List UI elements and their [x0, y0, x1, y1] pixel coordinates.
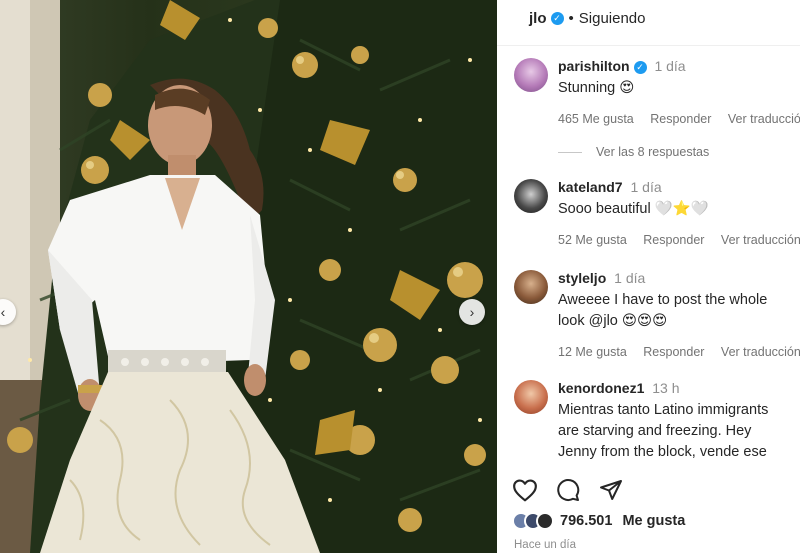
comments-list[interactable]: parishilton ✓ 1 día Stunning 😍 465 Me gus…	[497, 45, 800, 463]
reply-button[interactable]: Responder	[643, 345, 704, 359]
reply-button[interactable]: Responder	[650, 112, 711, 126]
comment-text: Aweeee I have to post the whole look @jl…	[558, 292, 768, 329]
comment-time: 1 día	[630, 179, 662, 195]
comment-text: Stunning 😍	[558, 80, 635, 96]
comment-meta: 52 Me gusta Responder Ver traducción	[558, 233, 800, 247]
comment-likes[interactable]: 465 Me gusta	[558, 112, 634, 126]
avatar	[536, 512, 554, 530]
likes-summary[interactable]: 796.501 Me gusta	[512, 512, 685, 530]
chevron-left-icon: ‹	[0, 304, 6, 320]
post-header: jlo ✓ • Siguiendo	[497, 0, 800, 36]
post-side-panel: jlo ✓ • Siguiendo parishilton ✓ 1 día Stu…	[497, 0, 800, 553]
post-actions	[512, 470, 792, 510]
translate-button[interactable]: Ver traducción	[721, 233, 800, 247]
christmas-tree-photo	[0, 0, 497, 553]
translate-button[interactable]: Ver traducción	[728, 112, 800, 126]
reply-button[interactable]: Responder	[643, 233, 704, 247]
post-author-username[interactable]: jlo	[529, 10, 547, 27]
chevron-right-icon: ›	[469, 304, 475, 320]
comment-text: Mientras tanto Latino immigrants are sta…	[558, 402, 769, 460]
view-replies[interactable]: Ver las 8 respuestas	[558, 145, 800, 159]
avatar[interactable]	[514, 58, 548, 92]
verified-icon: ✓	[550, 11, 564, 25]
following-button[interactable]: Siguiendo	[579, 10, 646, 27]
next-photo-button[interactable]: ›	[459, 299, 485, 325]
post-photo[interactable]: ‹ ›	[0, 0, 497, 553]
comment-username[interactable]: parishilton	[558, 58, 630, 74]
heart-icon	[513, 479, 537, 502]
share-icon	[600, 480, 622, 500]
view-replies-label[interactable]: Ver las 8 respuestas	[596, 145, 709, 159]
comment-text: Sooo beautiful 🤍⭐🤍	[558, 201, 709, 217]
avatar[interactable]	[514, 380, 548, 414]
comment-time: 13 h	[652, 380, 680, 396]
comment-time: 1 día	[614, 270, 646, 286]
avatar[interactable]	[514, 179, 548, 213]
share-button[interactable]	[598, 478, 624, 502]
comment-username[interactable]: styleljo	[558, 270, 606, 286]
like-button[interactable]	[512, 478, 538, 502]
likes-label: Me gusta	[622, 513, 686, 529]
comment-username[interactable]: kateland7	[558, 179, 623, 195]
comment-likes[interactable]: 12 Me gusta	[558, 345, 627, 359]
likes-count[interactable]: 796.501	[560, 513, 612, 529]
replies-divider	[558, 151, 582, 153]
post-timestamp: Hace un día	[514, 539, 577, 551]
avatar[interactable]	[514, 270, 548, 304]
translate-button[interactable]: Ver traducción	[721, 345, 800, 359]
comment-likes[interactable]: 52 Me gusta	[558, 233, 627, 247]
comment-icon	[557, 479, 580, 501]
verified-icon: ✓	[633, 60, 647, 74]
comment-meta: 12 Me gusta Responder Ver traducción	[558, 345, 800, 359]
header-separator: •	[568, 9, 574, 27]
liker-avatars	[512, 512, 554, 530]
comment-time: 1 día	[654, 58, 686, 74]
comment-username[interactable]: kenordonez1	[558, 380, 644, 396]
comment-button[interactable]	[555, 478, 581, 502]
comment-meta: 465 Me gusta Responder Ver traducción	[558, 112, 800, 126]
